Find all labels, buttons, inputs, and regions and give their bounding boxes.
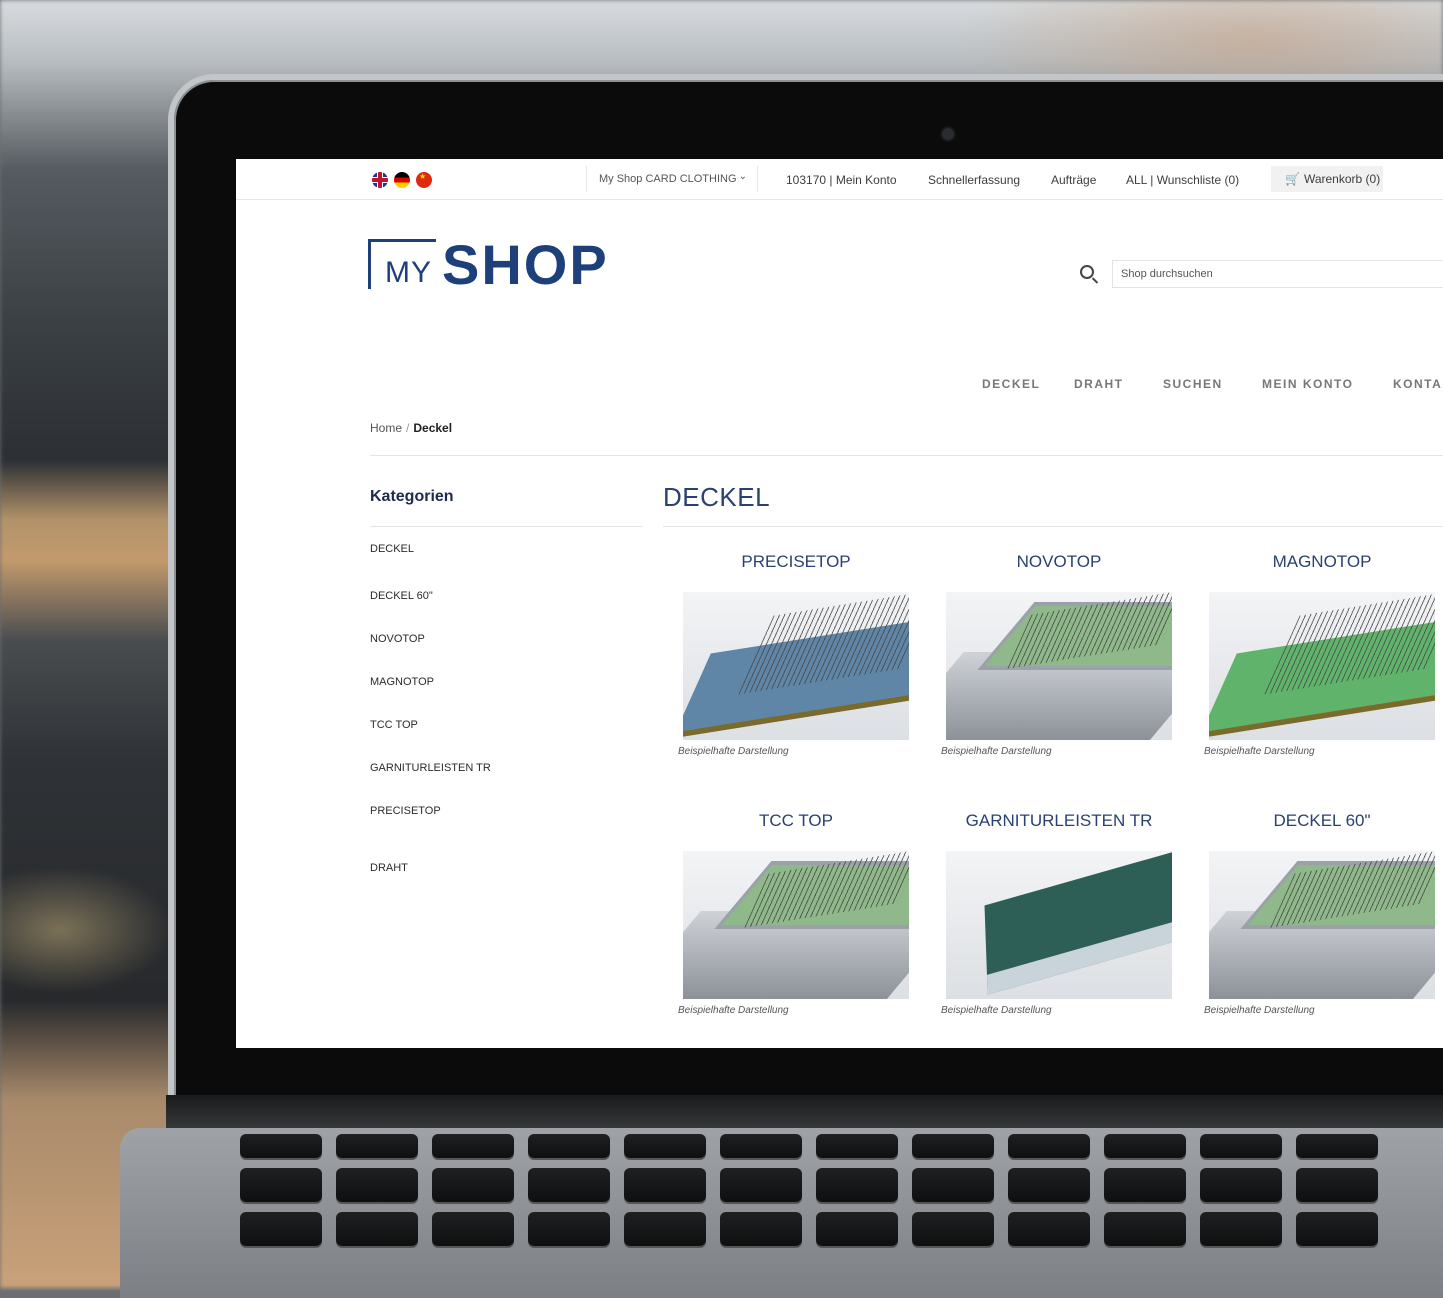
shop-select[interactable]: My Shop CARD CLOTHING ⌄ bbox=[586, 166, 758, 192]
product-image[interactable] bbox=[946, 851, 1172, 999]
product-image[interactable] bbox=[946, 592, 1172, 740]
product-name[interactable]: MAGNOTOP bbox=[1202, 552, 1442, 576]
breadcrumb-separator: / bbox=[406, 421, 410, 435]
product-caption: Beispielhafte Darstellung bbox=[941, 746, 1052, 757]
divider bbox=[370, 526, 642, 527]
divider bbox=[370, 455, 1443, 456]
chevron-down-icon: ⌄ bbox=[738, 171, 747, 182]
sidebar-item-tcc-top[interactable]: TCC TOP bbox=[370, 719, 418, 731]
sidebar-item-deckel-60[interactable]: DECKEL 60" bbox=[370, 590, 433, 602]
page-title: DECKEL bbox=[663, 482, 771, 512]
uk-flag-icon[interactable] bbox=[372, 172, 388, 188]
product-caption: Beispielhafte Darstellung bbox=[1204, 746, 1315, 757]
cart-icon: 🛒 bbox=[1285, 172, 1300, 186]
breadcrumb-current: Deckel bbox=[413, 421, 453, 435]
sidebar-title: Kategorien bbox=[370, 488, 454, 505]
logo-my-text: MY bbox=[385, 256, 432, 289]
webcam bbox=[942, 128, 954, 140]
product-image[interactable] bbox=[683, 851, 909, 999]
product-card[interactable]: PRECISETOP Beispielhafte Darstellung bbox=[676, 552, 916, 757]
site-logo[interactable]: MY SHOP bbox=[368, 233, 609, 296]
logo-shop-text: SHOP bbox=[442, 233, 609, 296]
divider bbox=[663, 526, 1443, 527]
search-input[interactable] bbox=[1112, 260, 1443, 288]
sidebar-item-garniturleisten-tr[interactable]: GARNITURLEISTEN TR bbox=[370, 762, 491, 774]
quick-entry-link[interactable]: Schnellerfassung bbox=[928, 173, 1020, 187]
product-name[interactable]: GARNITURLEISTEN TR bbox=[939, 811, 1179, 835]
sidebar-item-precisetop[interactable]: PRECISETOP bbox=[370, 805, 441, 817]
product-card[interactable]: MAGNOTOP Beispielhafte Darstellung bbox=[1202, 552, 1442, 757]
product-card[interactable]: GARNITURLEISTEN TR Beispielhafte Darstel… bbox=[939, 811, 1179, 1016]
product-caption: Beispielhafte Darstellung bbox=[1204, 1005, 1315, 1016]
nav-item-suchen[interactable]: SUCHEN bbox=[1163, 377, 1223, 391]
breadcrumb-home[interactable]: Home bbox=[370, 421, 402, 435]
product-card[interactable]: TCC TOP Beispielhafte Darstellung bbox=[676, 811, 916, 1016]
top-bar: My Shop CARD CLOTHING ⌄ 103170 | Mein Ko… bbox=[236, 159, 1443, 200]
product-caption: Beispielhafte Darstellung bbox=[941, 1005, 1052, 1016]
germany-flag-icon[interactable] bbox=[394, 172, 410, 188]
product-caption: Beispielhafte Darstellung bbox=[678, 1005, 789, 1016]
sidebar-item-magnotop[interactable]: MAGNOTOP bbox=[370, 676, 434, 688]
cart-button[interactable]: 🛒 Warenkorb (0) bbox=[1271, 166, 1383, 192]
product-caption: Beispielhafte Darstellung bbox=[678, 746, 789, 757]
product-image[interactable] bbox=[1209, 851, 1435, 999]
nav-item-mein-konto[interactable]: MEIN KONTO bbox=[1262, 377, 1353, 391]
product-name[interactable]: PRECISETOP bbox=[676, 552, 916, 576]
nav-item-draht[interactable]: DRAHT bbox=[1074, 377, 1124, 391]
keyboard bbox=[120, 1128, 1443, 1298]
china-flag-icon[interactable] bbox=[416, 172, 432, 188]
product-name[interactable]: TCC TOP bbox=[676, 811, 916, 835]
browser-screen: My Shop CARD CLOTHING ⌄ 103170 | Mein Ko… bbox=[236, 159, 1443, 1048]
nav-item-kontakt[interactable]: KONTAK bbox=[1393, 377, 1443, 391]
product-name[interactable]: NOVOTOP bbox=[939, 552, 1179, 576]
nav-item-deckel[interactable]: DECKEL bbox=[982, 377, 1040, 391]
logo-frame: MY bbox=[368, 239, 436, 289]
orders-link[interactable]: Aufträge bbox=[1051, 173, 1096, 187]
search-icon[interactable] bbox=[1080, 265, 1094, 279]
cart-label: Warenkorb (0) bbox=[1303, 172, 1381, 186]
shop-select-value: My Shop CARD CLOTHING bbox=[599, 173, 737, 185]
product-name[interactable]: DECKEL 60" bbox=[1202, 811, 1442, 835]
account-link[interactable]: 103170 | Mein Konto bbox=[786, 173, 897, 187]
sidebar-item-draht[interactable]: DRAHT bbox=[370, 862, 408, 874]
breadcrumb: Home / Deckel bbox=[370, 421, 452, 435]
product-card[interactable]: DECKEL 60" Beispielhafte Darstellung bbox=[1202, 811, 1442, 1016]
product-image[interactable] bbox=[683, 592, 909, 740]
wishlist-link[interactable]: ALL | Wunschliste (0) bbox=[1126, 173, 1239, 187]
language-switcher bbox=[372, 172, 432, 188]
product-card[interactable]: NOVOTOP Beispielhafte Darstellung bbox=[939, 552, 1179, 757]
product-image[interactable] bbox=[1209, 592, 1435, 740]
sidebar-item-deckel[interactable]: DECKEL bbox=[370, 543, 414, 555]
sidebar-item-novotop[interactable]: NOVOTOP bbox=[370, 633, 425, 645]
